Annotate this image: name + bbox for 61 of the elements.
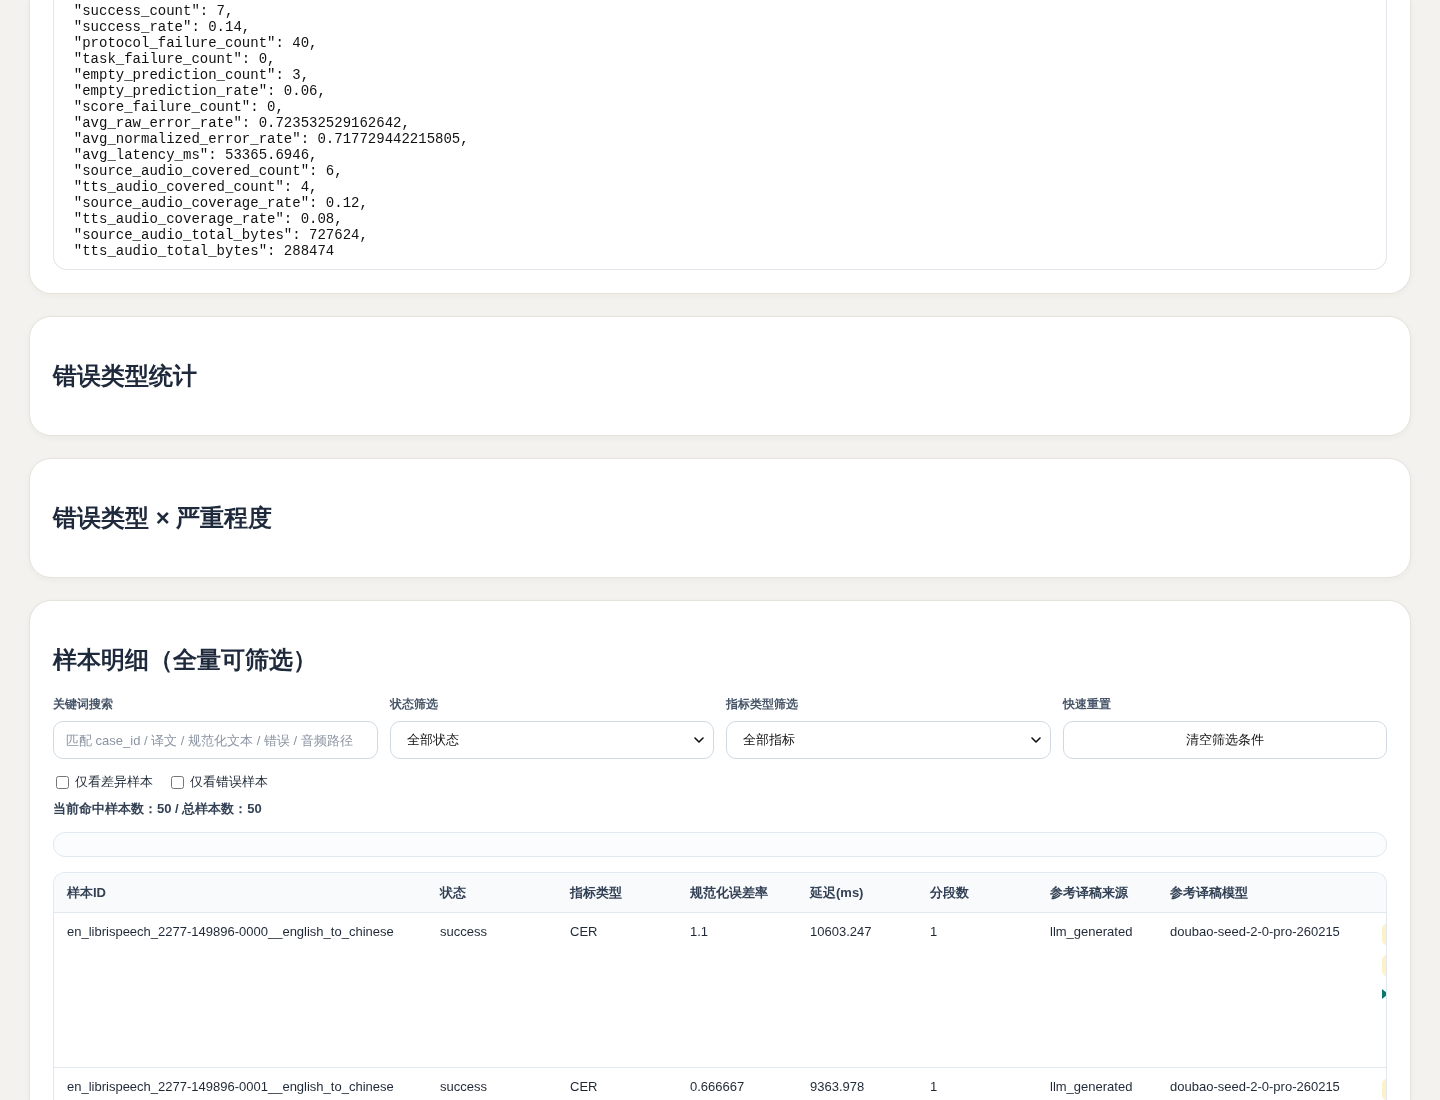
- section-title: 样本明细（全量可筛选）: [53, 645, 317, 675]
- checkbox-label[interactable]: 仅看错误样本: [190, 773, 268, 791]
- column-header: 规范化误差率: [690, 885, 768, 900]
- code-line: "task_failure_count": 0,: [73, 51, 276, 67]
- filter-checkbox[interactable]: [56, 775, 69, 789]
- column-header: 延迟(ms): [810, 885, 864, 900]
- sample-count-text: 当前命中样本数：50 / 总样本数：50: [53, 800, 262, 818]
- filter-select[interactable]: 全部状态: [389, 721, 714, 759]
- column-header: 分段数: [930, 885, 969, 900]
- table-cell: en_librispeech_2277-149896-0001__english_to_chinese: [67, 1079, 394, 1094]
- reset-filters-button[interactable]: 清空筛选条件: [1062, 721, 1387, 759]
- chevron-down-icon: [694, 737, 704, 743]
- column-header: 参考译稿来源: [1050, 885, 1128, 900]
- search-field[interactable]: 匹配 case_id / 译文 / 规范化文本 / 错误 / 音频路径: [53, 721, 378, 759]
- table-cell: 1.1: [690, 924, 709, 939]
- code-line: "avg_raw_error_rate": 0.723532529162642,: [73, 115, 410, 131]
- tag-chip: [1382, 955, 1386, 976]
- table-cell: doubao-seed-2-0-pro-260215: [1170, 1079, 1340, 1094]
- table-cell: CER: [570, 924, 598, 939]
- code-line: "source_audio_coverage_rate": 0.12,: [73, 195, 368, 211]
- table-cell: 1: [930, 1079, 938, 1094]
- code-line: "avg_normalized_error_rate": 0.717729442215805,: [73, 131, 469, 147]
- filter-label: 关键词搜索: [53, 696, 113, 712]
- tag-chip: [1382, 924, 1386, 945]
- code-line: "tts_audio_total_bytes": 288474: [73, 243, 335, 259]
- section-title: 错误类型统计: [53, 361, 197, 391]
- code-line: "source_audio_covered_count": 6,: [73, 163, 343, 179]
- column-header: 样本ID: [67, 885, 106, 900]
- checkbox-label[interactable]: 仅看差异样本: [75, 773, 153, 791]
- code-line: "source_audio_total_bytes": 727624,: [73, 227, 368, 243]
- table-cell: llm_generated: [1050, 1079, 1133, 1094]
- filter-checkbox[interactable]: [171, 775, 184, 789]
- table-cell: 0.666667: [690, 1079, 745, 1094]
- code-line: "tts_audio_covered_count": 4,: [73, 179, 318, 195]
- code-line: "protocol_failure_count": 40,: [73, 35, 318, 51]
- column-header: 状态: [440, 885, 466, 900]
- code-line: "empty_prediction_count": 3,: [73, 67, 310, 83]
- filter-label: 状态筛选: [389, 696, 438, 712]
- code-line: "success_count": 7,: [73, 3, 234, 19]
- table-cell: success: [440, 924, 487, 939]
- code-line: "empty_prediction_rate": 0.06,: [73, 83, 326, 99]
- table-cell: 10603.247: [810, 924, 872, 939]
- table-cell: en_librispeech_2277-149896-0000__english_to_chinese: [67, 924, 394, 939]
- column-header: 指标类型: [570, 885, 622, 900]
- code-line: "tts_audio_coverage_rate": 0.08,: [73, 211, 343, 227]
- filter-label: 快速重置: [1062, 696, 1111, 712]
- table-cell: success: [440, 1079, 487, 1094]
- table-cell: 9363.978: [810, 1079, 865, 1094]
- code-line: "success_rate": 0.14,: [73, 19, 251, 35]
- table-cell: CER: [570, 1079, 598, 1094]
- chevron-down-icon: [1030, 737, 1041, 743]
- column-header: 参考译稿模型: [1170, 885, 1248, 900]
- code-line: "avg_latency_ms": 53365.6946,: [73, 147, 318, 163]
- section-title: 错误类型 × 严重程度: [53, 503, 273, 533]
- filter-select[interactable]: 全部指标: [726, 721, 1051, 759]
- table-cell: doubao-seed-2-0-pro-260215: [1170, 924, 1340, 939]
- table-cell: llm_generated: [1050, 924, 1133, 939]
- tag-chip: [1382, 1079, 1386, 1100]
- code-line: "score_failure_count": 0,: [73, 99, 284, 115]
- filter-label: 指标类型筛选: [726, 696, 798, 712]
- table-cell: 1: [930, 924, 938, 939]
